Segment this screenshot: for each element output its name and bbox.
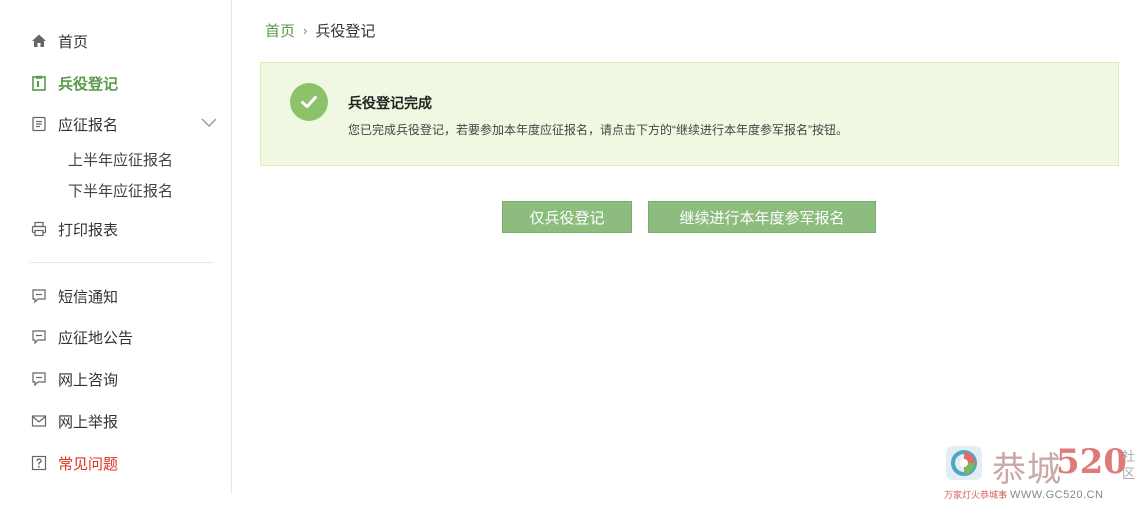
watermark: 恭城 520 社区 万家灯火恭城事 WWW.GC520.CN xyxy=(944,442,1140,504)
sidebar-item-label: 首页 xyxy=(58,33,89,51)
sidebar-item-label: 应征报名 xyxy=(58,116,119,134)
success-panel: 兵役登记完成 您已完成兵役登记，若要参加本年度应征报名，请点击下方的“继续进行本… xyxy=(260,62,1119,166)
chevron-down-icon[interactable] xyxy=(200,116,218,130)
watermark-bottom: 万家灯火恭城事 WWW.GC520.CN xyxy=(944,488,1103,501)
message-icon xyxy=(30,287,48,305)
sidebar-item-label: 短信通知 xyxy=(58,288,119,306)
watermark-main-text: 恭城 xyxy=(992,450,1062,490)
sidebar-item-military-registration[interactable]: 兵役登记 xyxy=(30,71,118,95)
register-only-button[interactable]: 仅兵役登记 xyxy=(502,201,632,233)
sidebar-item-label: 打印报表 xyxy=(58,221,119,239)
sidebar-item-sms[interactable]: 短信通知 xyxy=(30,284,118,308)
sidebar: 首页 兵役登记 应征报名 上半年应征报名 下半年应征报名 打印报表 短信通知 应 xyxy=(0,0,232,494)
watermark-logo-icon xyxy=(944,444,984,482)
printer-icon xyxy=(30,220,48,238)
sidebar-divider xyxy=(30,262,214,263)
sidebar-subitem-first-half[interactable]: 上半年应征报名 xyxy=(68,150,173,172)
mail-icon xyxy=(30,412,48,430)
sidebar-item-online-report[interactable]: 网上举报 xyxy=(30,409,118,433)
sidebar-item-faq[interactable]: 常见问题 xyxy=(30,451,118,475)
sidebar-item-label: 应征地公告 xyxy=(58,329,134,347)
sidebar-item-enlistment[interactable]: 应征报名 xyxy=(30,112,118,136)
sidebar-item-home[interactable]: 首页 xyxy=(30,29,88,53)
success-message: 您已完成兵役登记，若要参加本年度应征报名，请点击下方的“继续进行本年度参军报名”… xyxy=(348,123,848,137)
sidebar-item-online-consult[interactable]: 网上咨询 xyxy=(30,367,118,391)
sidebar-item-print-report[interactable]: 打印报表 xyxy=(30,217,118,241)
watermark-side-text: 社区 xyxy=(1122,449,1136,481)
sidebar-item-label: 兵役登记 xyxy=(58,75,119,93)
continue-enlist-button[interactable]: 继续进行本年度参军报名 xyxy=(648,201,876,233)
sidebar-item-label: 常见问题 xyxy=(58,455,119,473)
watermark-slogan: 万家灯火恭城事 xyxy=(944,490,1008,500)
sidebar-item-label: 网上咨询 xyxy=(58,371,119,389)
message-icon xyxy=(30,328,48,346)
sidebar-item-local-notice[interactable]: 应征地公告 xyxy=(30,325,133,349)
check-circle-icon xyxy=(290,83,328,121)
watermark-url: WWW.GC520.CN xyxy=(1010,489,1104,501)
home-icon xyxy=(30,32,48,50)
sidebar-subitem-second-half[interactable]: 下半年应征报名 xyxy=(68,181,173,203)
document-icon xyxy=(30,115,48,133)
success-title: 兵役登记完成 xyxy=(348,95,432,111)
watermark-number: 520 xyxy=(1056,442,1127,482)
breadcrumb-separator: › xyxy=(303,22,308,38)
question-icon xyxy=(30,454,48,472)
breadcrumb-home-link[interactable]: 首页 xyxy=(265,20,295,41)
sidebar-item-label: 网上举报 xyxy=(58,413,119,431)
message-icon xyxy=(30,370,48,388)
breadcrumb-current: 兵役登记 xyxy=(315,22,376,40)
breadcrumb: 首页 › 兵役登记 xyxy=(265,20,375,40)
clipboard-icon xyxy=(30,74,48,92)
